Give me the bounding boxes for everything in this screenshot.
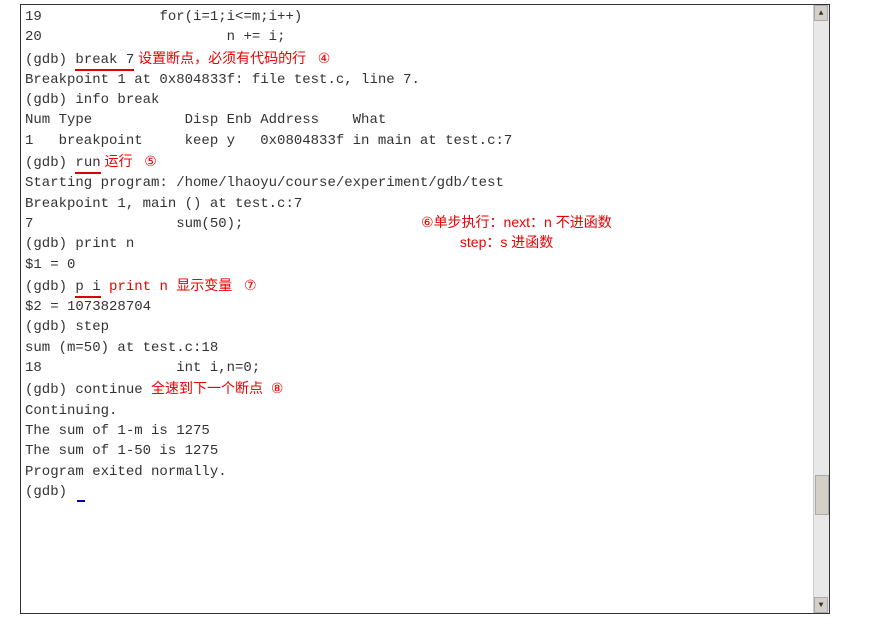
sum-output-1: The sum of 1-m is 1275	[25, 421, 809, 441]
gdb-run-line: (gdb) run 运行 ⑤	[25, 151, 809, 173]
terminal-content: 19 for(i=1;i<=m;i++) 20 n += i; (gdb) br…	[21, 5, 813, 613]
sum-output-2: The sum of 1-50 is 1275	[25, 441, 809, 461]
circle-6-icon: ⑥	[421, 214, 434, 230]
breakpoint-set-output: Breakpoint 1 at 0x804833f: file test.c, …	[25, 70, 809, 90]
step-output: sum (m=50) at test.c:18	[25, 338, 809, 358]
breakpoint-hit-output: Breakpoint 1, main () at test.c:7	[25, 194, 809, 214]
gdb-info-break: (gdb) info break	[25, 90, 809, 110]
pi-command-underline: p i	[75, 279, 100, 298]
code-line-20: 20 n += i;	[25, 27, 809, 47]
print-n-result: $1 = 0	[25, 255, 809, 275]
gdb-p-i-line: (gdb) p i print n 显示变量 ⑦	[25, 275, 809, 297]
gdb-print-n: (gdb) print n	[25, 234, 809, 254]
terminal-window: 19 for(i=1;i<=m;i++) 20 n += i; (gdb) br…	[20, 4, 830, 614]
circle-5-icon: ⑤	[144, 153, 157, 169]
cursor-icon	[77, 500, 85, 502]
circle-7-icon: ⑦	[244, 277, 257, 293]
break-command-underline: break 7	[75, 52, 134, 71]
scroll-down-icon[interactable]: ▼	[814, 597, 828, 613]
print-i-result: $2 = 1073828704	[25, 297, 809, 317]
pi-annotation-mono: print n	[101, 279, 177, 295]
continuing-output: Continuing.	[25, 401, 809, 421]
pi-annotation: 显示变量	[176, 277, 244, 293]
continue-annotation: 全速到下一个断点	[151, 380, 271, 396]
step-next-annotation: ⑥单步执行：next：n 不进函数 step：s 进函数	[421, 213, 612, 252]
gdb-step: (gdb) step	[25, 317, 809, 337]
scroll-up-icon[interactable]: ▲	[814, 5, 828, 21]
run-command-underline: run	[75, 155, 100, 174]
gdb-continue-line: (gdb) continue 全速到下一个断点 ⑧	[25, 378, 809, 400]
code-line-19: 19 for(i=1;i<=m;i++)	[25, 7, 809, 27]
program-exited-output: Program exited normally.	[25, 462, 809, 482]
gdb-final-prompt: (gdb)	[25, 482, 809, 502]
starting-program-output: Starting program: /home/lhaoyu/course/ex…	[25, 173, 809, 193]
source-line-7: 7 sum(50);	[25, 214, 809, 234]
circle-4-icon: ④	[318, 50, 331, 66]
break-table-row: 1 breakpoint keep y 0x0804833f in main a…	[25, 131, 809, 151]
scroll-handle[interactable]	[815, 475, 829, 515]
gdb-break-line: (gdb) break 7 设置断点，必须有代码的行 ④	[25, 48, 809, 70]
circle-8-icon: ⑧	[271, 380, 284, 396]
source-line-18: 18 int i,n=0;	[25, 358, 809, 378]
run-annotation: 运行	[101, 153, 145, 169]
scrollbar[interactable]: ▲ ▼	[813, 5, 829, 613]
break-table-header: Num Type Disp Enb Address What	[25, 110, 809, 130]
break-annotation: 设置断点，必须有代码的行	[134, 50, 318, 66]
